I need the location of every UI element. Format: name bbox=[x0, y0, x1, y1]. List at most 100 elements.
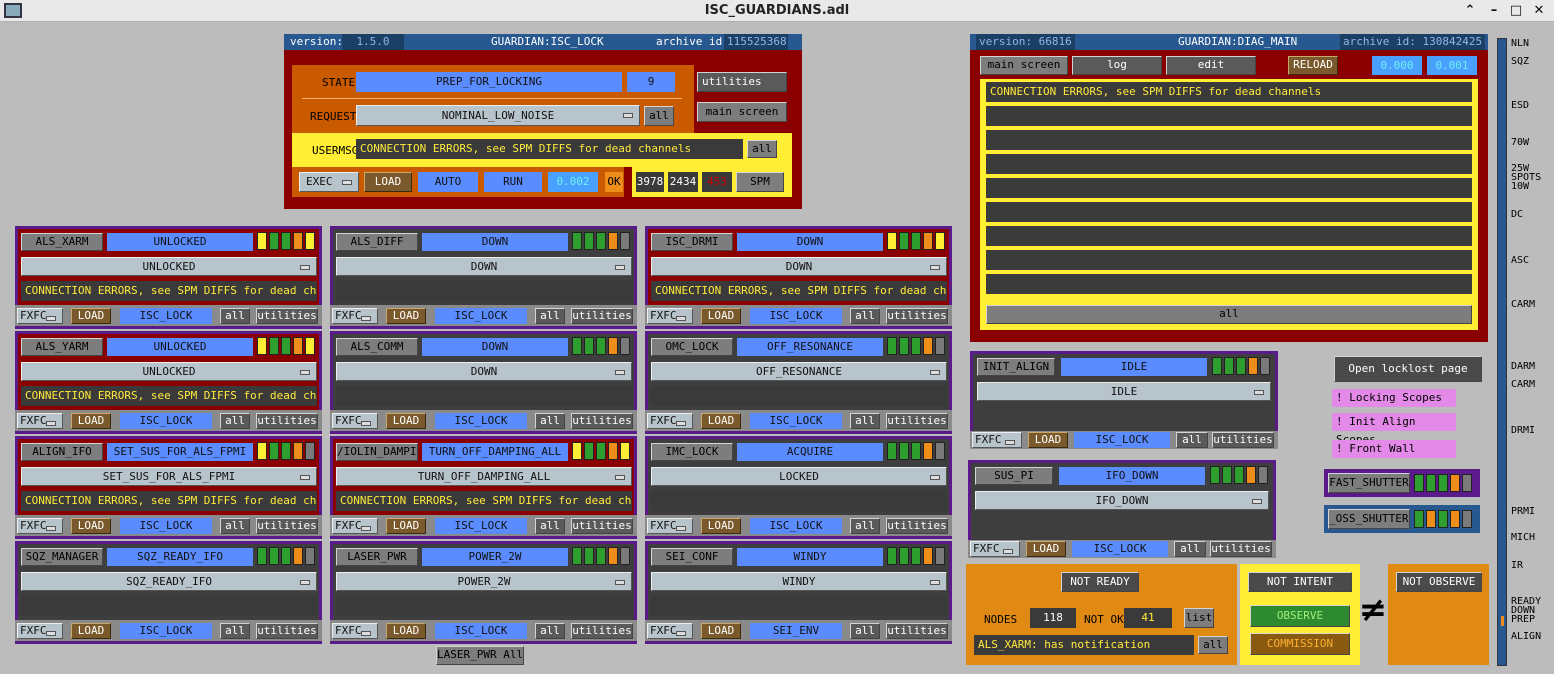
node-utilities-button[interactable]: utilities bbox=[256, 413, 318, 429]
node-name-button[interactable]: ALS_XARM bbox=[21, 233, 103, 251]
exec-menu[interactable]: EXEC bbox=[299, 172, 359, 192]
node-name-button[interactable]: IMC_LOCK bbox=[651, 443, 733, 461]
fxfc-menu[interactable]: FXFC bbox=[332, 518, 378, 534]
node-all-button[interactable]: all bbox=[220, 413, 250, 429]
node-load-button[interactable]: LOAD bbox=[71, 518, 111, 534]
node-name-button[interactable]: LASER_PWR bbox=[336, 548, 418, 566]
node-load-button[interactable]: LOAD bbox=[386, 308, 426, 324]
commission-button[interactable]: COMMISSION bbox=[1250, 633, 1350, 655]
node-all-button[interactable]: all bbox=[1174, 541, 1206, 557]
node-utilities-button[interactable]: utilities bbox=[1210, 541, 1272, 557]
fast-shutter-button[interactable]: FAST_SHUTTER bbox=[1328, 473, 1410, 493]
node-load-button[interactable]: LOAD bbox=[386, 413, 426, 429]
node-request-menu[interactable]: IDLE bbox=[977, 382, 1271, 401]
node-utilities-button[interactable]: utilities bbox=[886, 623, 948, 639]
fxfc-menu[interactable]: FXFC bbox=[17, 413, 63, 429]
node-load-button[interactable]: LOAD bbox=[71, 623, 111, 639]
diag-all-button[interactable]: all bbox=[986, 305, 1472, 324]
node-utilities-button[interactable]: utilities bbox=[886, 518, 948, 534]
fxfc-menu[interactable]: FXFC bbox=[17, 623, 63, 639]
fxfc-menu[interactable]: FXFC bbox=[647, 413, 693, 429]
main-screen-button[interactable]: main screen bbox=[697, 102, 787, 122]
request-all-button[interactable]: all bbox=[644, 106, 674, 126]
run-button[interactable]: RUN bbox=[484, 172, 542, 192]
node-all-button[interactable]: all bbox=[220, 308, 250, 324]
front-wall-link[interactable]: ! Front Wall bbox=[1332, 440, 1456, 458]
fxfc-menu[interactable]: FXFC bbox=[647, 518, 693, 534]
fxfc-menu[interactable]: FXFC bbox=[332, 413, 378, 429]
diag-log-button[interactable]: log bbox=[1072, 56, 1162, 75]
node-utilities-button[interactable]: utilities bbox=[256, 308, 318, 324]
request-menu[interactable]: NOMINAL_LOW_NOISE bbox=[356, 105, 640, 126]
auto-button[interactable]: AUTO bbox=[418, 172, 478, 192]
node-request-menu[interactable]: SQZ_READY_IFO bbox=[21, 572, 317, 591]
fxfc-menu[interactable]: FXFC bbox=[17, 518, 63, 534]
fxfc-menu[interactable]: FXFC bbox=[332, 308, 378, 324]
node-utilities-button[interactable]: utilities bbox=[256, 518, 318, 534]
node-load-button[interactable]: LOAD bbox=[386, 623, 426, 639]
fxfc-menu[interactable]: FXFC bbox=[17, 308, 63, 324]
node-all-button[interactable]: all bbox=[220, 623, 250, 639]
node-load-button[interactable]: LOAD bbox=[386, 518, 426, 534]
node-request-menu[interactable]: UNLOCKED bbox=[21, 362, 317, 381]
node-name-button[interactable]: ALS_YARM bbox=[21, 338, 103, 356]
node-utilities-button[interactable]: utilities bbox=[571, 308, 633, 324]
fxfc-menu[interactable]: FXFC bbox=[332, 623, 378, 639]
node-name-button[interactable]: ISC_DRMI bbox=[651, 233, 733, 251]
node-load-button[interactable]: LOAD bbox=[701, 623, 741, 639]
node-name-button[interactable]: /IOLIN_DAMPING bbox=[336, 443, 418, 461]
init-align-scopes-link[interactable]: ! Init Align Scopes bbox=[1332, 413, 1456, 446]
laser-pwr-all-button[interactable]: LASER_PWR All bbox=[436, 646, 524, 665]
node-request-menu[interactable]: DOWN bbox=[336, 257, 632, 276]
node-all-button[interactable]: all bbox=[535, 623, 565, 639]
observe-button[interactable]: OBSERVE bbox=[1250, 605, 1350, 627]
node-name-button[interactable]: OMC_LOCK bbox=[651, 338, 733, 356]
open-locklost-button[interactable]: Open locklost page bbox=[1334, 356, 1482, 382]
list-button[interactable]: list bbox=[1184, 608, 1214, 628]
diag-main-screen-button[interactable]: main screen bbox=[980, 56, 1068, 75]
node-all-button[interactable]: all bbox=[1176, 432, 1208, 448]
maximize-icon[interactable]: □ bbox=[1507, 2, 1525, 20]
node-all-button[interactable]: all bbox=[535, 518, 565, 534]
node-all-button[interactable]: all bbox=[535, 413, 565, 429]
node-utilities-button[interactable]: utilities bbox=[571, 413, 633, 429]
node-request-menu[interactable]: UNLOCKED bbox=[21, 257, 317, 276]
node-all-button[interactable]: all bbox=[535, 308, 565, 324]
node-name-button[interactable]: SQZ_MANAGER bbox=[21, 548, 103, 566]
node-name-button[interactable]: INIT_ALIGN bbox=[977, 358, 1055, 376]
minimize-icon[interactable]: – bbox=[1485, 2, 1503, 20]
spm-button[interactable]: SPM bbox=[736, 172, 784, 192]
node-all-button[interactable]: all bbox=[850, 518, 880, 534]
node-request-menu[interactable]: OFF_RESONANCE bbox=[651, 362, 947, 381]
loss-shutter-button[interactable]: _OSS_SHUTTER_C bbox=[1328, 509, 1410, 529]
node-request-menu[interactable]: POWER_2W bbox=[336, 572, 632, 591]
node-load-button[interactable]: LOAD bbox=[1028, 432, 1068, 448]
node-load-button[interactable]: LOAD bbox=[1026, 541, 1066, 557]
node-load-button[interactable]: LOAD bbox=[701, 308, 741, 324]
node-all-button[interactable]: all bbox=[220, 518, 250, 534]
notification-all-button[interactable]: all bbox=[1198, 636, 1228, 654]
node-utilities-button[interactable]: utilities bbox=[571, 623, 633, 639]
close-icon[interactable]: ✕ bbox=[1530, 2, 1548, 20]
node-utilities-button[interactable]: utilities bbox=[571, 518, 633, 534]
node-utilities-button[interactable]: utilities bbox=[886, 308, 948, 324]
node-load-button[interactable]: LOAD bbox=[71, 413, 111, 429]
node-load-button[interactable]: LOAD bbox=[71, 308, 111, 324]
node-utilities-button[interactable]: utilities bbox=[1212, 432, 1274, 448]
node-load-button[interactable]: LOAD bbox=[701, 518, 741, 534]
node-name-button[interactable]: ALS_COMM bbox=[336, 338, 418, 356]
node-name-button[interactable]: ALS_DIFF bbox=[336, 233, 418, 251]
reload-button[interactable]: RELOAD bbox=[1288, 56, 1338, 75]
fxfc-menu[interactable]: FXFC bbox=[972, 432, 1022, 448]
fxfc-menu[interactable]: FXFC bbox=[647, 308, 693, 324]
usermsg-all-button[interactable]: all bbox=[747, 140, 777, 158]
utilities-button[interactable]: utilities bbox=[697, 72, 787, 92]
collapse-icon[interactable]: ⌃ bbox=[1461, 2, 1479, 20]
load-button[interactable]: LOAD bbox=[364, 172, 412, 192]
node-request-menu[interactable]: SET_SUS_FOR_ALS_FPMI bbox=[21, 467, 317, 486]
locking-scopes-link[interactable]: ! Locking Scopes bbox=[1332, 389, 1456, 407]
fxfc-menu[interactable]: FXFC bbox=[970, 541, 1020, 557]
node-name-button[interactable]: SEI_CONF bbox=[651, 548, 733, 566]
node-all-button[interactable]: all bbox=[850, 623, 880, 639]
node-utilities-button[interactable]: utilities bbox=[886, 413, 948, 429]
